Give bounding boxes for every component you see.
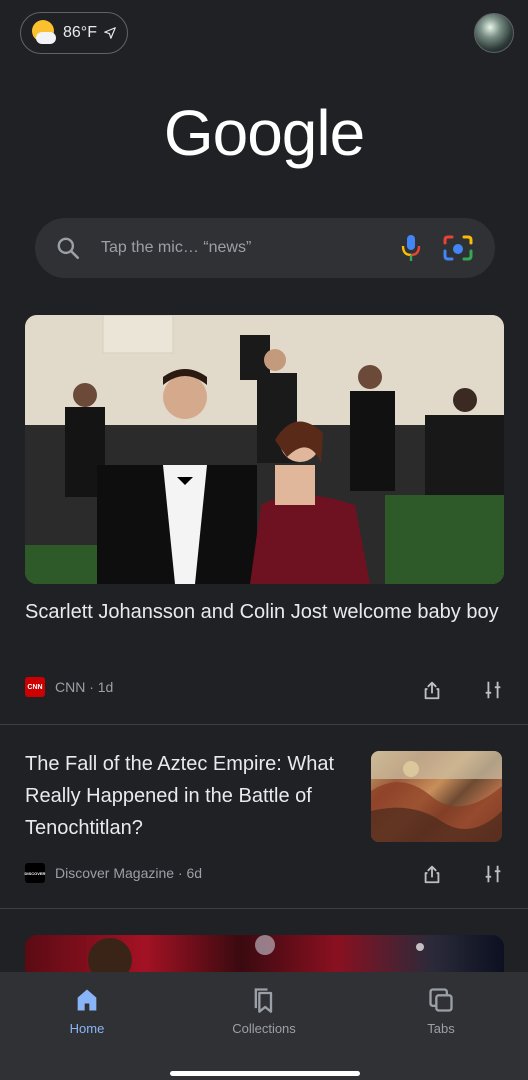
divider [0,908,528,909]
microphone-icon[interactable] [399,233,423,263]
tabs-icon [429,988,453,1012]
article-title[interactable]: The Fall of the Aztec Empire: What Reall… [25,748,345,844]
article-meta: Discover Magazine · 6d [55,865,203,881]
share-icon[interactable] [421,863,443,885]
partly-cloudy-icon [31,20,57,46]
location-arrow-icon [103,26,117,40]
article-source: CNN CNN · 1d [25,677,113,697]
discover-logo: DISCOVER [25,863,45,883]
nav-home[interactable]: Home [32,986,142,1038]
article-title[interactable]: Scarlett Johansson and Colin Jost welcom… [25,596,505,628]
nav-collections-label: Collections [232,1021,296,1036]
google-lens-icon[interactable] [441,233,475,263]
weather-temperature: 86°F [63,24,97,41]
google-app-screen: 86°F Google Tap the mic… “news” Scarlett… [0,0,528,1080]
bookmark-icon [254,988,273,1013]
home-icon [77,989,97,1011]
divider [0,724,528,725]
bottom-navigation: Home Collections Tabs [0,972,528,1080]
article-thumbnail[interactable] [371,751,502,842]
tune-icon[interactable] [482,679,504,701]
cnn-logo: CNN [25,677,45,697]
nav-home-label: Home [69,1021,105,1036]
search-input[interactable]: Tap the mic… “news” [101,239,399,257]
tune-icon[interactable] [482,863,504,885]
account-avatar[interactable] [474,13,514,53]
weather-chip[interactable]: 86°F [20,12,128,54]
search-icon [55,235,81,261]
article-meta: CNN · 1d [55,679,114,695]
google-logo: Google [163,97,365,169]
share-icon[interactable] [421,679,443,701]
home-indicator[interactable] [170,1071,360,1076]
nav-tabs-label: Tabs [427,1021,455,1036]
article-image[interactable] [25,315,504,584]
article-source: DISCOVER Discover Magazine · 6d [25,863,202,883]
nav-tabs[interactable]: Tabs [386,986,496,1038]
search-bar[interactable]: Tap the mic… “news” [35,218,495,278]
nav-collections[interactable]: Collections [209,986,319,1038]
